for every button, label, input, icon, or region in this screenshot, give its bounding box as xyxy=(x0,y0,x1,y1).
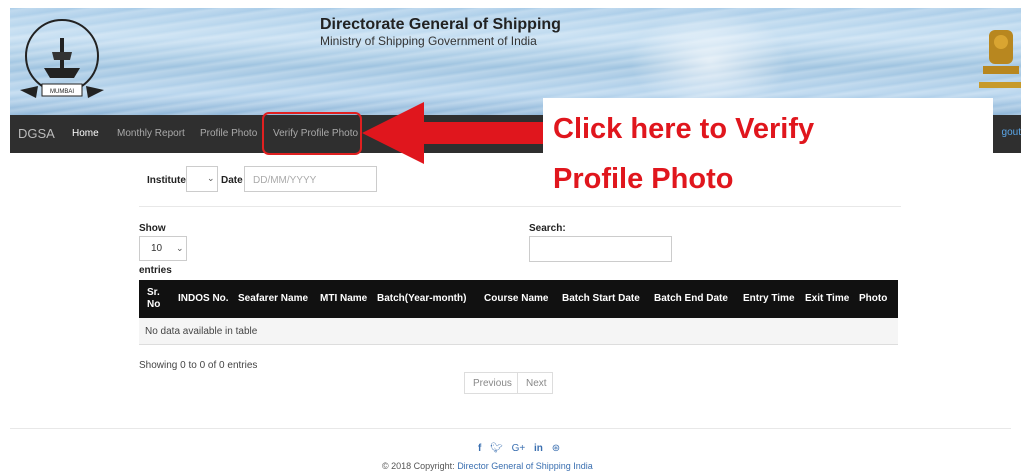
logo-mumbai-text: MUMBAI xyxy=(50,89,74,95)
linkedin-icon[interactable]: in xyxy=(534,443,543,454)
entries-label: entries xyxy=(139,265,172,276)
institute-select[interactable]: ⌄ xyxy=(186,166,218,192)
search-input[interactable] xyxy=(529,236,672,262)
column-header-batch-start-date[interactable]: Batch Start Date xyxy=(562,293,640,305)
entries-value: 10 xyxy=(151,243,163,254)
copyright-prefix: © 2018 Copyright: xyxy=(382,461,458,471)
red-arrow-icon xyxy=(362,102,552,164)
national-emblem-icon xyxy=(979,30,1021,88)
empty-table-message: No data available in table xyxy=(145,326,258,337)
column-header-mti-name[interactable]: MTI Name xyxy=(320,293,367,305)
nav-item-home[interactable]: Home xyxy=(72,128,99,139)
column-header-exit-time[interactable]: Exit Time xyxy=(805,293,849,305)
google-plus-icon[interactable]: G+ xyxy=(512,443,526,454)
chevron-down-icon: ⌄ xyxy=(176,243,184,253)
social-links: f 🐦︎ G+ in ⊛ xyxy=(478,443,560,454)
dgs-logo-icon: MUMBAI xyxy=(20,19,104,98)
twitter-icon[interactable]: 🐦︎ xyxy=(490,443,503,454)
next-button[interactable]: Next xyxy=(517,372,553,394)
org-subtitle: Ministry of Shipping Government of India xyxy=(320,34,537,48)
column-header-batch[interactable]: Batch(Year-month) xyxy=(377,293,466,305)
callout-line-2: Profile Photo xyxy=(553,163,734,195)
nav-logout-link[interactable]: gout xyxy=(1002,127,1021,138)
dribbble-icon[interactable]: ⊛ xyxy=(552,443,560,454)
chevron-down-icon: ⌄ xyxy=(207,173,215,183)
callout-text: Click here to Verify Profile Photo xyxy=(553,104,973,204)
column-header-sr-no[interactable]: Sr. No xyxy=(147,287,167,311)
highlight-box xyxy=(262,112,362,155)
callout-line-1: Click here to Verify xyxy=(553,113,815,145)
date-label: Date xyxy=(221,175,243,186)
column-header-entry-time[interactable]: Entry Time xyxy=(743,293,795,305)
nav-item-monthly-report[interactable]: Monthly Report xyxy=(117,128,185,139)
org-title: Directorate General of Shipping xyxy=(320,16,561,33)
show-label: Show xyxy=(139,223,166,234)
nav-brand[interactable]: DGSA xyxy=(18,126,55,141)
table-info: Showing 0 to 0 of 0 entries xyxy=(139,360,258,371)
nav-item-profile-photo[interactable]: Profile Photo xyxy=(200,128,257,139)
facebook-icon[interactable]: f xyxy=(478,443,481,454)
column-header-photo[interactable]: Photo xyxy=(859,293,887,305)
copyright-link[interactable]: Director General of Shipping India xyxy=(457,461,593,471)
date-input[interactable]: DD/MM/YYYY xyxy=(244,166,377,192)
footer-divider xyxy=(10,428,1011,429)
copyright: © 2018 Copyright: Director General of Sh… xyxy=(382,461,593,471)
search-label: Search: xyxy=(529,223,566,234)
column-header-seafarer-name[interactable]: Seafarer Name xyxy=(238,293,308,305)
column-header-indos-no[interactable]: INDOS No. xyxy=(178,293,229,305)
entries-select[interactable]: 10 ⌄ xyxy=(139,236,187,261)
table-row: No data available in table xyxy=(139,318,898,345)
institute-label: Institute xyxy=(147,175,186,186)
table-header: Sr. No INDOS No. Seafarer Name MTI Name … xyxy=(139,280,898,318)
column-header-batch-end-date[interactable]: Batch End Date xyxy=(654,293,728,305)
column-header-course-name[interactable]: Course Name xyxy=(484,293,548,305)
previous-button[interactable]: Previous xyxy=(464,372,518,394)
filter-divider xyxy=(139,206,901,207)
